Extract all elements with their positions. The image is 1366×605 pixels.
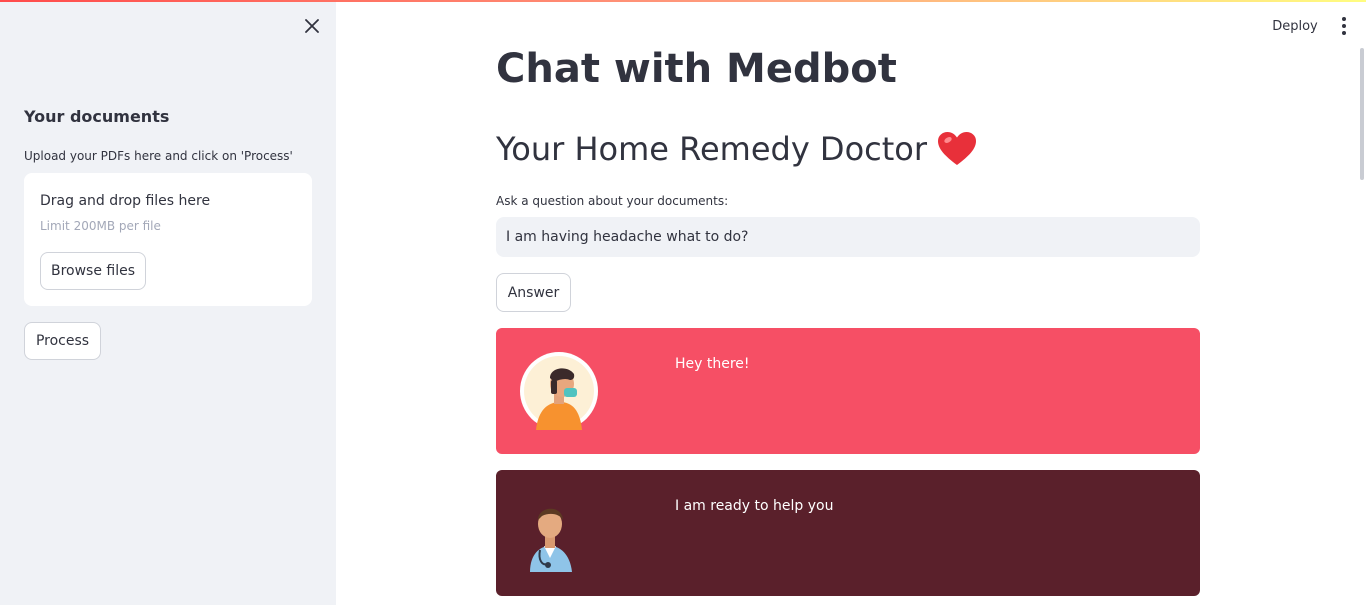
doctor-avatar bbox=[530, 508, 572, 572]
answer-button[interactable]: Answer bbox=[496, 273, 571, 312]
uploader-label: Upload your PDFs here and click on 'Proc… bbox=[24, 149, 293, 163]
scrollbar[interactable] bbox=[1360, 48, 1364, 180]
more-menu-icon[interactable] bbox=[1334, 14, 1354, 38]
close-icon bbox=[305, 19, 319, 33]
user-message: Hey there! bbox=[496, 328, 1200, 454]
close-sidebar-button[interactable] bbox=[301, 15, 323, 37]
top-decoration-bar bbox=[0, 0, 1366, 2]
subtitle-text: Your Home Remedy Doctor bbox=[496, 130, 928, 168]
dropzone-limit: Limit 200MB per file bbox=[40, 219, 161, 233]
sidebar: Your documents Upload your PDFs here and… bbox=[0, 0, 336, 605]
bot-message-text: I am ready to help you bbox=[675, 498, 834, 514]
deploy-button[interactable]: Deploy bbox=[1266, 12, 1324, 40]
browse-files-button[interactable]: Browse files bbox=[40, 252, 146, 290]
user-avatar bbox=[520, 352, 598, 430]
dropzone-title: Drag and drop files here bbox=[40, 193, 211, 209]
heart-icon bbox=[938, 132, 977, 165]
page-title: Chat with Medbot bbox=[496, 46, 897, 92]
question-label: Ask a question about your documents: bbox=[496, 194, 729, 208]
user-message-text: Hey there! bbox=[675, 356, 750, 372]
bot-message: I am ready to help you bbox=[496, 470, 1200, 596]
file-dropzone[interactable]: Drag and drop files here Limit 200MB per… bbox=[24, 173, 312, 306]
process-button[interactable]: Process bbox=[24, 322, 101, 360]
question-input[interactable] bbox=[496, 217, 1200, 257]
sidebar-title: Your documents bbox=[24, 107, 170, 126]
page-subtitle: Your Home Remedy Doctor bbox=[496, 130, 977, 168]
